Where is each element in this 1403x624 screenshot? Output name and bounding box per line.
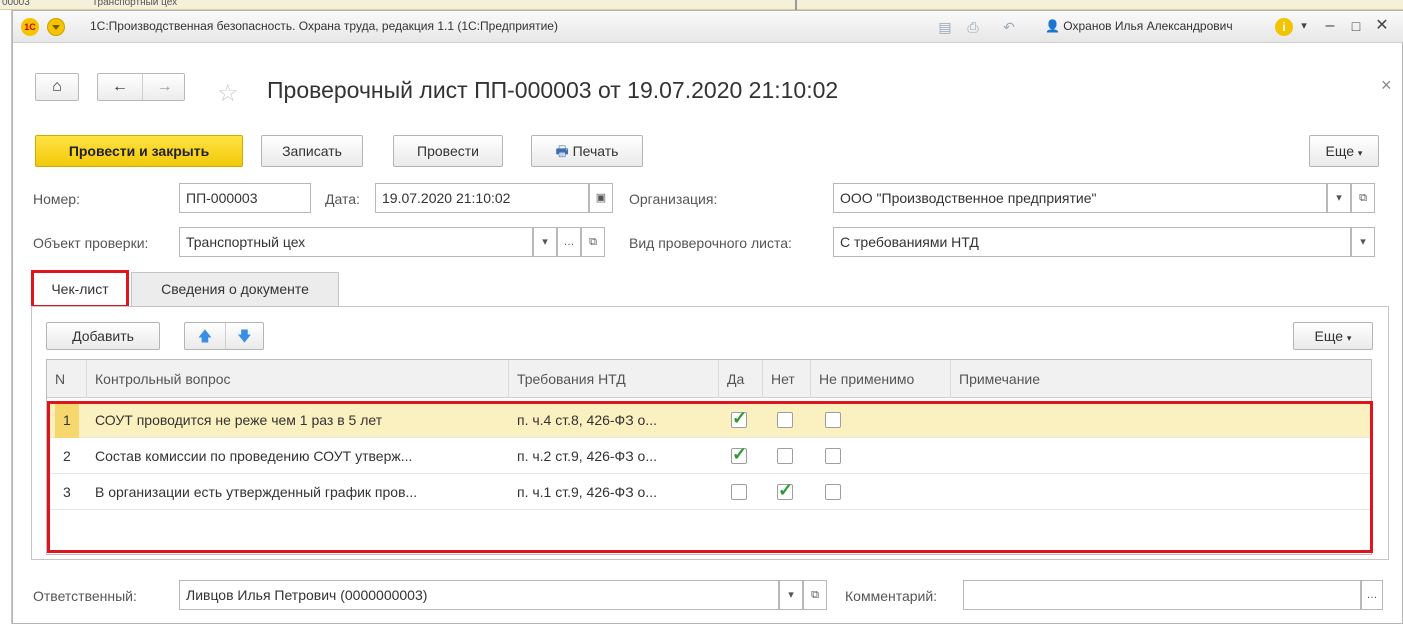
background-window-edge — [0, 10, 12, 624]
object-open-icon[interactable]: ⧉ — [581, 227, 605, 257]
app-title: 1С:Производственная безопасность. Охрана… — [90, 19, 558, 33]
maximize-icon[interactable]: □ — [1347, 17, 1365, 35]
user-name: Охранов Илья Александрович — [1063, 19, 1233, 33]
date-label: Дата: — [325, 191, 360, 207]
title-bar: 1С 1С:Производственная безопасность. Охр… — [13, 11, 1403, 43]
organization-field[interactable]: ООО "Производственное предприятие" — [833, 183, 1327, 213]
responsible-field[interactable]: Ливцов Илья Петрович (0000000003) — [179, 580, 779, 610]
tab-document-info[interactable]: Сведения о документе — [131, 272, 339, 306]
close-window-icon[interactable]: ✕ — [1373, 17, 1391, 35]
print-button[interactable]: 🖶 Печать — [531, 135, 643, 167]
print-icon[interactable]: ⎙ — [965, 19, 981, 35]
back-icon[interactable]: ← — [98, 74, 142, 100]
more-label: Еще — [1325, 143, 1355, 159]
col-header-na[interactable]: Не применимо — [811, 360, 951, 398]
add-button[interactable]: Добавить — [46, 322, 160, 350]
organization-open-icon[interactable]: ⧉ — [1351, 183, 1375, 213]
save-disk-icon[interactable]: ▤ — [937, 19, 953, 35]
app-logo-icon: 1С — [21, 18, 39, 36]
post-button[interactable]: Провести — [393, 135, 503, 167]
responsible-open-icon[interactable]: ⧉ — [803, 580, 827, 610]
main-menu-icon[interactable] — [47, 18, 65, 36]
background-code: 00003 — [2, 0, 30, 8]
history-nav: ← → — [97, 73, 185, 101]
back-arrow-icon[interactable]: ↶ — [1001, 19, 1017, 35]
move-up-icon[interactable]: 🡅 — [185, 323, 226, 349]
number-field[interactable]: ПП-000003 — [179, 183, 311, 213]
comment-field[interactable] — [963, 580, 1361, 610]
date-field[interactable]: 19.07.2020 21:10:02 — [375, 183, 589, 213]
number-label: Номер: — [33, 191, 80, 207]
page-title: Проверочный лист ПП-000003 от 19.07.2020… — [267, 77, 839, 103]
object-label: Объект проверки: — [33, 235, 149, 251]
info-icon[interactable]: i — [1275, 18, 1293, 36]
comment-expand-icon[interactable]: … — [1361, 580, 1383, 610]
table-more-button[interactable]: Еще ▾ — [1293, 322, 1373, 350]
organization-dropdown-icon[interactable]: ▾ — [1327, 183, 1351, 213]
printer-icon: 🖶 — [555, 143, 569, 159]
more-button[interactable]: Еще ▾ — [1309, 135, 1379, 167]
post-and-close-button[interactable]: Провести и закрыть — [35, 135, 243, 167]
organization-label: Организация: — [629, 191, 718, 207]
move-down-icon[interactable]: 🡇 — [225, 323, 264, 349]
home-icon: ⌂ — [52, 78, 62, 95]
object-dropdown-icon[interactable]: ▾ — [533, 227, 557, 257]
table-header: N Контрольный вопрос Требования НТД Да Н… — [47, 360, 1371, 398]
minimize-icon[interactable]: – — [1321, 17, 1339, 35]
info-dropdown-icon[interactable]: ▾ — [1295, 17, 1313, 35]
forward-icon[interactable]: → — [142, 74, 186, 100]
favorite-star-icon[interactable]: ☆ — [217, 79, 239, 108]
move-buttons: 🡅 🡇 — [184, 322, 264, 350]
object-select-icon[interactable]: … — [557, 227, 581, 257]
col-header-n[interactable]: N — [47, 360, 87, 398]
object-field[interactable]: Транспортный цех — [179, 227, 533, 257]
background-text: Транспортный цех — [92, 0, 178, 8]
chevron-down-icon: ▾ — [1357, 148, 1363, 158]
col-header-note[interactable]: Примечание — [951, 360, 1371, 398]
responsible-dropdown-icon[interactable]: ▾ — [779, 580, 803, 610]
col-header-no[interactable]: Нет — [763, 360, 811, 398]
print-label: Печать — [572, 143, 619, 159]
col-header-yes[interactable]: Да — [719, 360, 763, 398]
current-user[interactable]: 👤 Охранов Илья Александрович — [1045, 19, 1233, 33]
background-window-strip: 00003 Транспортный цех — [0, 0, 1403, 10]
comment-label: Комментарий: — [845, 588, 938, 604]
save-button[interactable]: Записать — [261, 135, 363, 167]
checklist-type-label: Вид проверочного листа: — [629, 235, 792, 251]
responsible-label: Ответственный: — [33, 588, 137, 604]
table-more-label: Еще — [1314, 328, 1344, 344]
table-more-chevron-icon: ▾ — [1346, 333, 1352, 343]
home-button[interactable]: ⌂ — [35, 73, 79, 101]
calendar-icon[interactable]: ▣ — [589, 183, 613, 213]
checklist-type-field[interactable]: С требованиями НТД — [833, 227, 1351, 257]
close-form-icon[interactable]: × — [1381, 75, 1392, 96]
document-window: 1С 1С:Производственная безопасность. Охр… — [12, 10, 1403, 624]
user-icon: 👤 — [1045, 19, 1060, 33]
col-header-question[interactable]: Контрольный вопрос — [87, 360, 509, 398]
tab-highlight-frame — [31, 270, 129, 308]
col-header-requirements[interactable]: Требования НТД — [509, 360, 719, 398]
rows-highlight-frame — [47, 401, 1373, 553]
checklist-type-dropdown-icon[interactable]: ▾ — [1351, 227, 1375, 257]
